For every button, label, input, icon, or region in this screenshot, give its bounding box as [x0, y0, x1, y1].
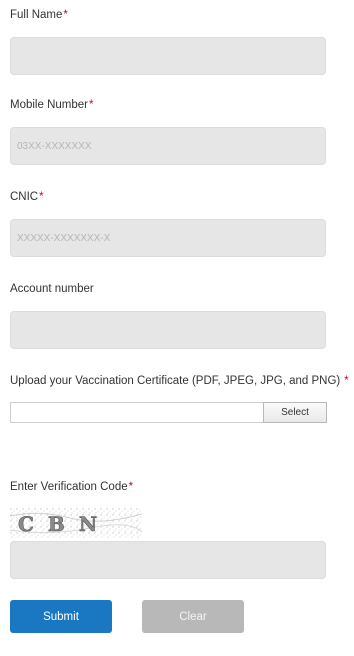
verification-code-label: Enter Verification Code* — [10, 480, 133, 494]
select-file-button[interactable]: Select — [263, 402, 327, 423]
full-name-input[interactable] — [10, 37, 326, 75]
required-mark: * — [63, 9, 68, 21]
required-mark: * — [88, 99, 94, 111]
full-name-label: Full Name* — [10, 8, 68, 22]
captcha-image: CBN — [10, 508, 142, 538]
clear-button[interactable]: Clear — [142, 600, 244, 633]
full-name-label-text: Full Name — [10, 9, 63, 21]
required-mark: * — [39, 191, 44, 203]
account-number-label: Account number — [10, 282, 94, 296]
required-mark: * — [344, 375, 349, 387]
account-number-input[interactable] — [10, 311, 326, 349]
verification-code-label-text: Enter Verification Code — [10, 481, 128, 493]
mobile-number-input[interactable] — [10, 127, 326, 165]
submit-button[interactable]: Submit — [10, 600, 112, 633]
mobile-number-label-text: Mobile Number — [10, 99, 88, 111]
verification-code-input[interactable] — [10, 541, 326, 579]
mobile-number-label: Mobile Number* — [10, 98, 93, 112]
upload-certificate-label-text: Upload your Vaccination Certificate (PDF… — [10, 375, 341, 387]
upload-certificate-label: Upload your Vaccination Certificate (PDF… — [10, 374, 349, 388]
account-number-label-text: Account number — [10, 283, 94, 295]
file-path-display[interactable] — [10, 402, 264, 423]
captcha-text: CBN — [18, 512, 111, 536]
required-mark: * — [128, 481, 134, 493]
cnic-input[interactable] — [10, 219, 326, 257]
cnic-label: CNIC* — [10, 190, 44, 204]
cnic-label-text: CNIC — [10, 191, 39, 203]
